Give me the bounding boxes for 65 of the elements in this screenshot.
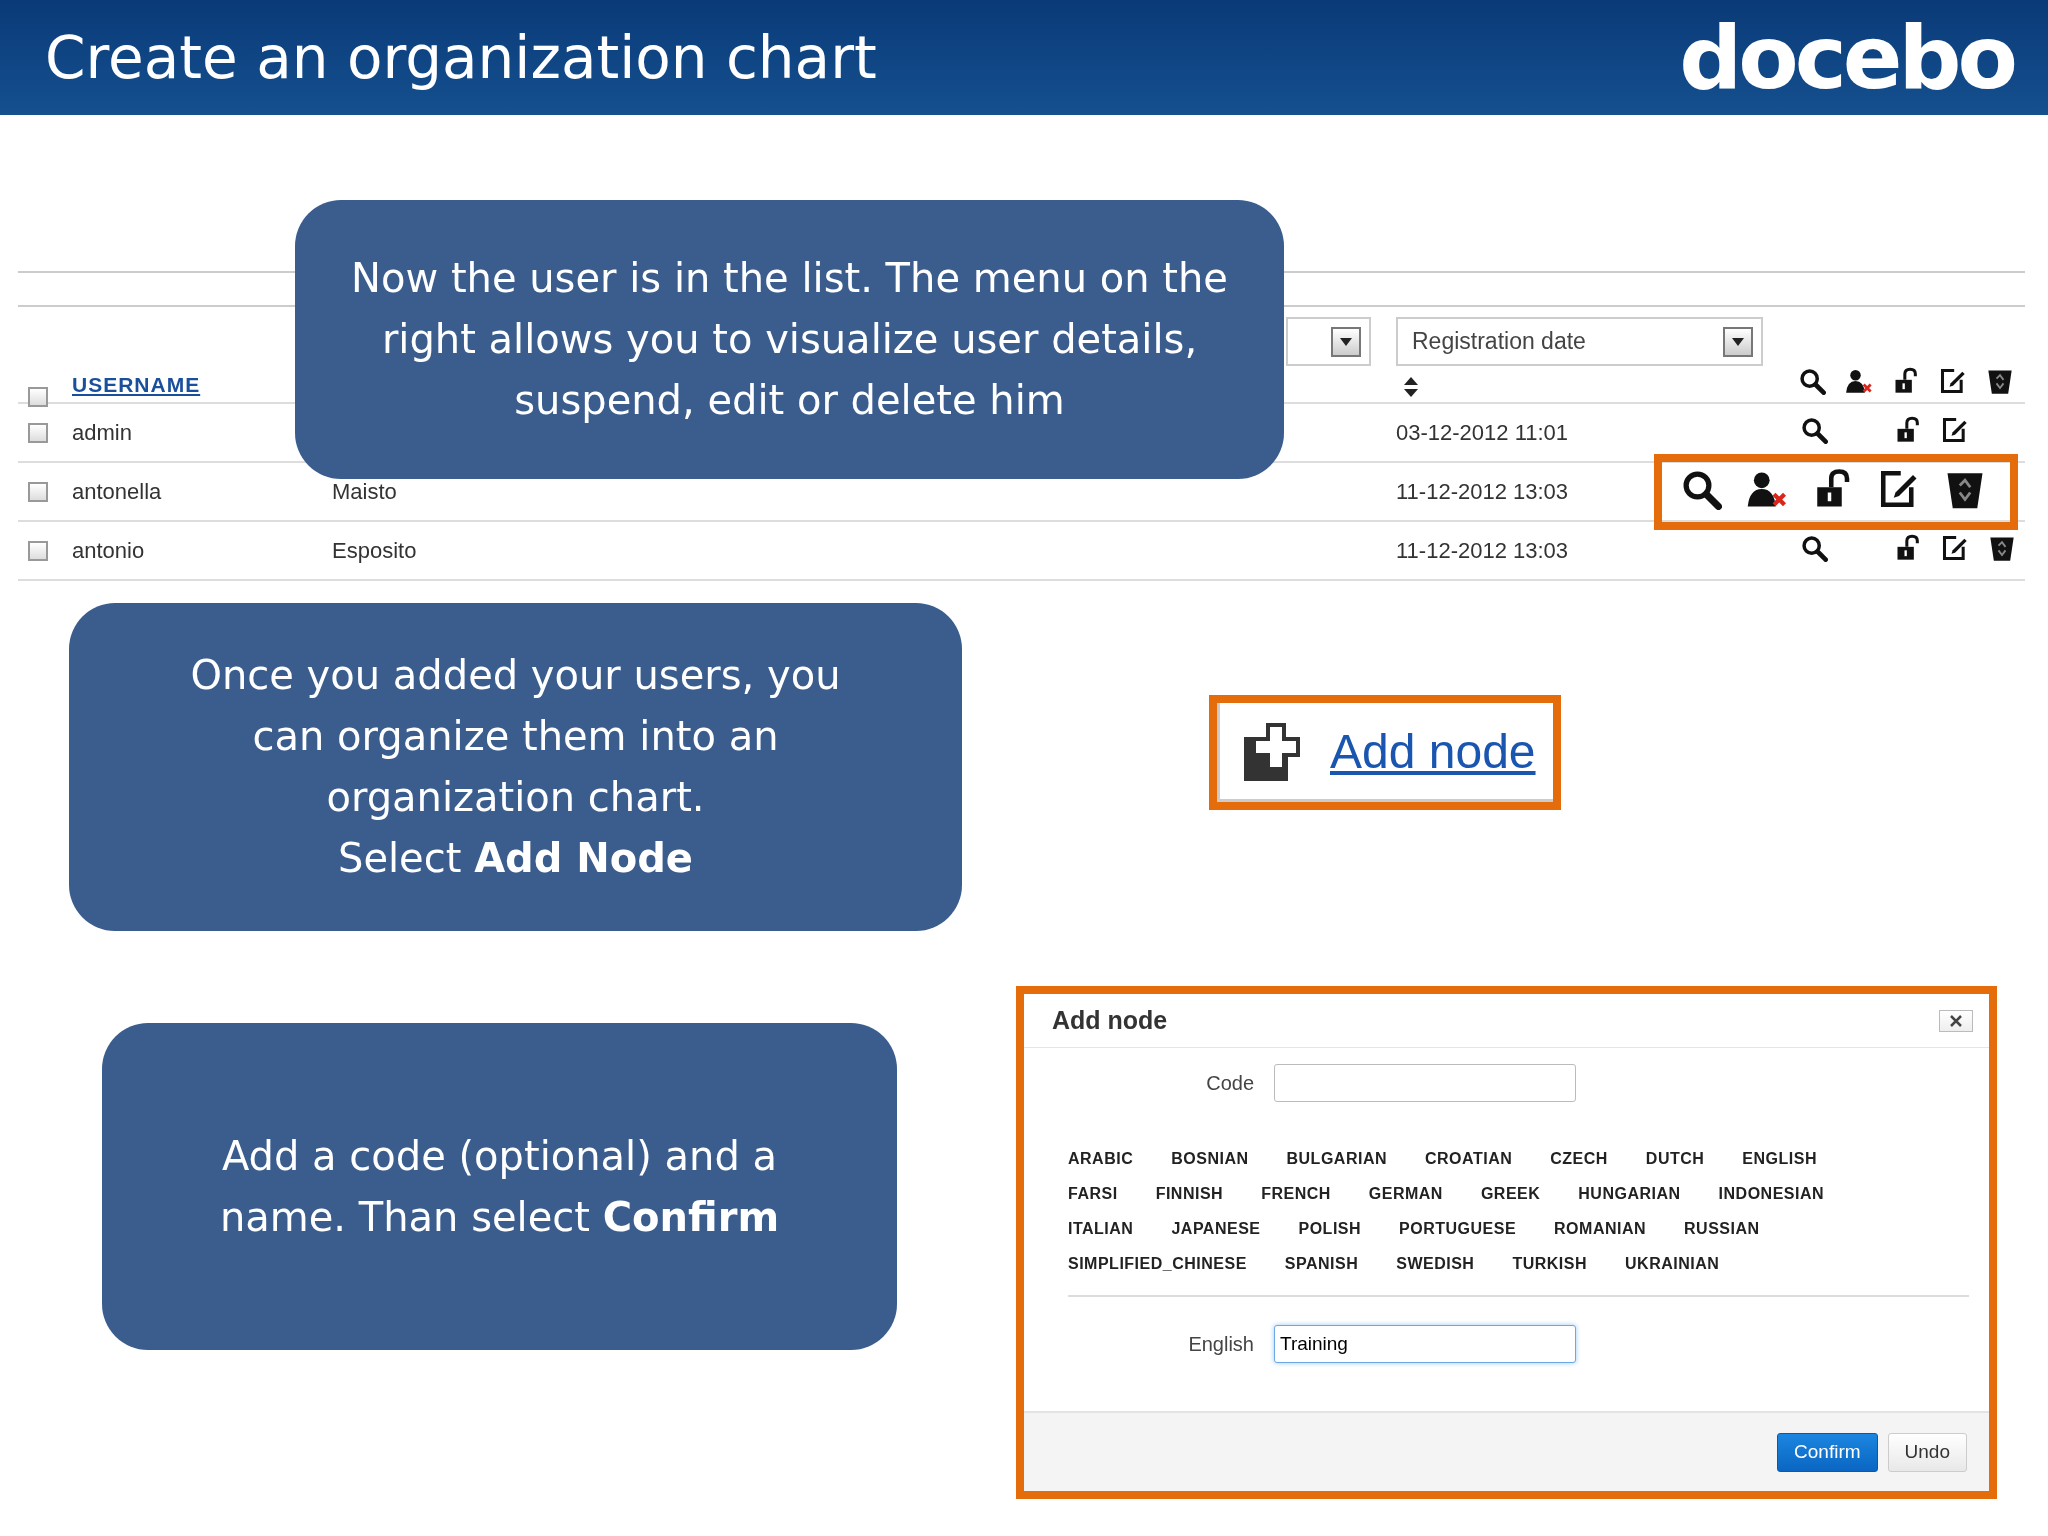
user-icon[interactable]	[1845, 367, 1873, 395]
language-link[interactable]: CROATIAN	[1425, 1150, 1513, 1168]
last-name-cell: Esposito	[332, 537, 417, 564]
logo: docebo	[1679, 6, 2014, 109]
language-link[interactable]: SIMPLIFIED_CHINESE	[1068, 1255, 1247, 1273]
language-link[interactable]: SPANISH	[1284, 1255, 1359, 1273]
date-cell: 03-12-2012 11:01	[1396, 419, 1569, 446]
close-icon	[1950, 1014, 1962, 1027]
language-link[interactable]: ROMANIAN	[1554, 1220, 1647, 1238]
username-cell: admin	[72, 419, 132, 446]
username-cell: antonella	[72, 478, 162, 505]
code-field[interactable]	[1274, 1064, 1576, 1102]
edit-icon[interactable]	[1941, 415, 1969, 444]
language-link[interactable]: HUNGARIAN	[1578, 1185, 1681, 1203]
language-link[interactable]: JAPANESE	[1171, 1220, 1261, 1238]
edit-icon[interactable]	[1939, 367, 1967, 395]
language-link[interactable]: CZECH	[1550, 1150, 1608, 1168]
callout-text: Once you added your users, you can organize them into an organization chart.	[189, 651, 842, 822]
dialog-title: Add node	[1052, 1006, 1168, 1035]
language-link[interactable]: GERMAN	[1368, 1185, 1443, 1203]
language-link[interactable]: ARABIC	[1068, 1150, 1134, 1168]
sort-icon[interactable]	[1404, 377, 1418, 397]
search-icon[interactable]	[1800, 533, 1828, 562]
language-link[interactable]: SWEDISH	[1396, 1255, 1475, 1273]
language-link[interactable]: RUSSIAN	[1684, 1220, 1760, 1238]
field-label: English	[1187, 1332, 1254, 1356]
name-field[interactable]: Training	[1274, 1325, 1576, 1363]
language-link[interactable]: TURKISH	[1512, 1255, 1588, 1273]
language-link[interactable]: POLISH	[1298, 1220, 1362, 1238]
search-icon[interactable]	[1800, 415, 1828, 444]
date-cell: 11-12-2012 13:03	[1396, 478, 1569, 505]
confirm-button[interactable]: Confirm	[1777, 1432, 1878, 1472]
language-link[interactable]: ENGLISH	[1742, 1150, 1817, 1168]
language-link[interactable]: DUTCH	[1645, 1150, 1705, 1168]
filter-dropdown[interactable]	[1286, 317, 1371, 366]
edit-icon[interactable]	[1941, 533, 1969, 562]
dropdown-arrow-icon	[1340, 337, 1352, 346]
language-link[interactable]: PORTUGUESE	[1399, 1220, 1517, 1238]
language-link[interactable]: FINNISH	[1155, 1185, 1224, 1203]
checkbox[interactable]	[28, 481, 48, 502]
slide-title: Create an organization chart	[45, 23, 877, 92]
dropdown-arrow-icon	[1732, 337, 1744, 346]
field-label: Code	[1205, 1071, 1254, 1095]
column-header-link[interactable]: USERNAME	[72, 373, 201, 397]
callout-text: Now the user is in the list. The menu on the right allows you to visualize user details, suspend, edit or delete him	[350, 254, 1229, 425]
checkbox[interactable]	[28, 540, 48, 561]
language-link[interactable]: BULGARIAN	[1286, 1150, 1387, 1168]
language-link[interactable]: FARSI	[1068, 1185, 1118, 1203]
search-icon[interactable]	[1798, 367, 1826, 395]
checkbox[interactable]	[28, 387, 48, 407]
undo-button[interactable]: Undo	[1887, 1432, 1967, 1472]
date-cell: 11-12-2012 13:03	[1396, 537, 1569, 564]
language-link[interactable]: BOSNIAN	[1171, 1150, 1249, 1168]
filter-dropdown[interactable]: Registration date	[1396, 317, 1763, 366]
close-button[interactable]	[1939, 1009, 1973, 1032]
language-link[interactable]: GREEK	[1480, 1185, 1541, 1203]
callout-text: Select Add Node	[338, 834, 693, 883]
checkbox[interactable]	[28, 422, 48, 443]
language-link[interactable]: ITALIAN	[1068, 1220, 1134, 1238]
language-link[interactable]: FRENCH	[1261, 1185, 1331, 1203]
last-name-cell: Maisto	[332, 478, 397, 505]
language-link[interactable]: UKRAINIAN	[1625, 1255, 1720, 1273]
callout-text: Add a code (optional) and a name. Than select Confirm	[218, 1131, 781, 1242]
language-link[interactable]: INDONESIAN	[1718, 1185, 1825, 1203]
username-cell: antonio	[72, 537, 145, 564]
